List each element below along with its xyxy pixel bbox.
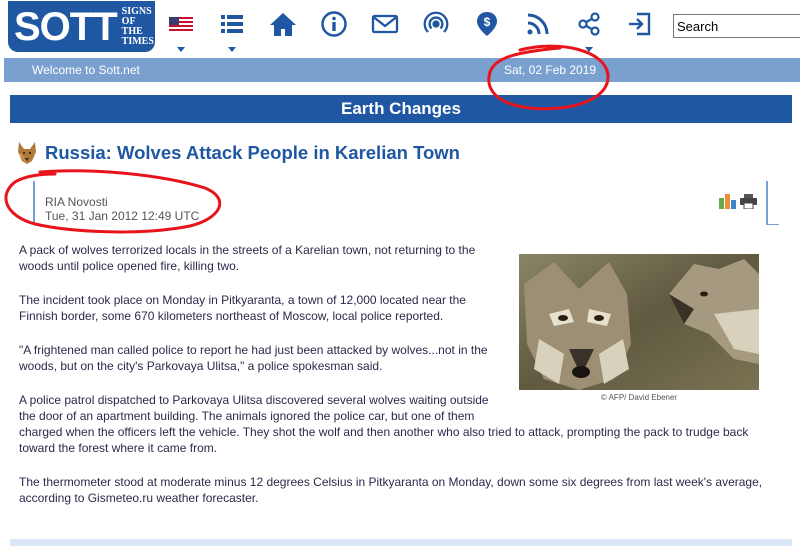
print-icon[interactable]: [740, 194, 757, 209]
sott-logo[interactable]: SOTT SIGNS OF THE TIMES: [8, 1, 155, 52]
footer-strip: [10, 539, 792, 546]
article-title[interactable]: Russia: Wolves Attack People in Karelian…: [45, 142, 460, 164]
wolf-category-icon: [18, 142, 36, 164]
section-title[interactable]: Earth Changes: [10, 95, 792, 123]
current-date: Sat, 02 Feb 2019: [504, 63, 597, 77]
article-paragraph: "A frightened man called police to repor…: [19, 343, 488, 373]
article-paragraph: A pack of wolves terrorized locals in th…: [19, 243, 476, 273]
top-header: SOTT SIGNS OF THE TIMES $ Search: [0, 0, 800, 56]
podcast-icon[interactable]: [420, 10, 452, 44]
info-icon[interactable]: [318, 10, 350, 44]
login-icon[interactable]: [624, 10, 656, 44]
article-title-row: Russia: Wolves Attack People in Karelian…: [15, 140, 460, 166]
social-share-icon[interactable]: [719, 194, 736, 209]
rss-icon[interactable]: [522, 10, 554, 44]
svg-text:$: $: [484, 15, 491, 29]
meta-divider: [768, 224, 779, 225]
welcome-text: Welcome to Sott.net: [32, 63, 140, 77]
welcome-bar: Welcome to Sott.net Sat, 02 Feb 2019: [4, 58, 800, 82]
article-date: Tue, 31 Jan 2012 12:49 UTC: [45, 209, 200, 223]
share-icon[interactable]: [573, 10, 605, 52]
article-paragraph: A police patrol dispatched to Parkovaya …: [19, 393, 489, 423]
photo-caption: © AFP/ David Ebener: [600, 393, 678, 402]
logo-tagline: SIGNS OF THE TIMES: [121, 5, 154, 47]
list-menu-icon[interactable]: [216, 10, 248, 52]
article-paragraph: charged when the officers left the vehic…: [19, 425, 749, 455]
donate-icon[interactable]: $: [471, 10, 503, 44]
logo-word: SOTT: [14, 4, 118, 49]
us-flag-icon[interactable]: [165, 10, 197, 52]
search-input[interactable]: [673, 14, 800, 38]
home-icon[interactable]: [267, 10, 299, 44]
article-paragraph: The incident took place on Monday in Pit…: [19, 293, 466, 323]
article-meta: RIA Novosti Tue, 31 Jan 2012 12:49 UTC: [33, 181, 768, 225]
article-source[interactable]: RIA Novosti: [45, 195, 108, 209]
mail-icon[interactable]: [369, 10, 401, 44]
article-paragraph: The thermometer stood at moderate minus …: [19, 475, 763, 505]
wolves-photo[interactable]: [519, 254, 759, 390]
